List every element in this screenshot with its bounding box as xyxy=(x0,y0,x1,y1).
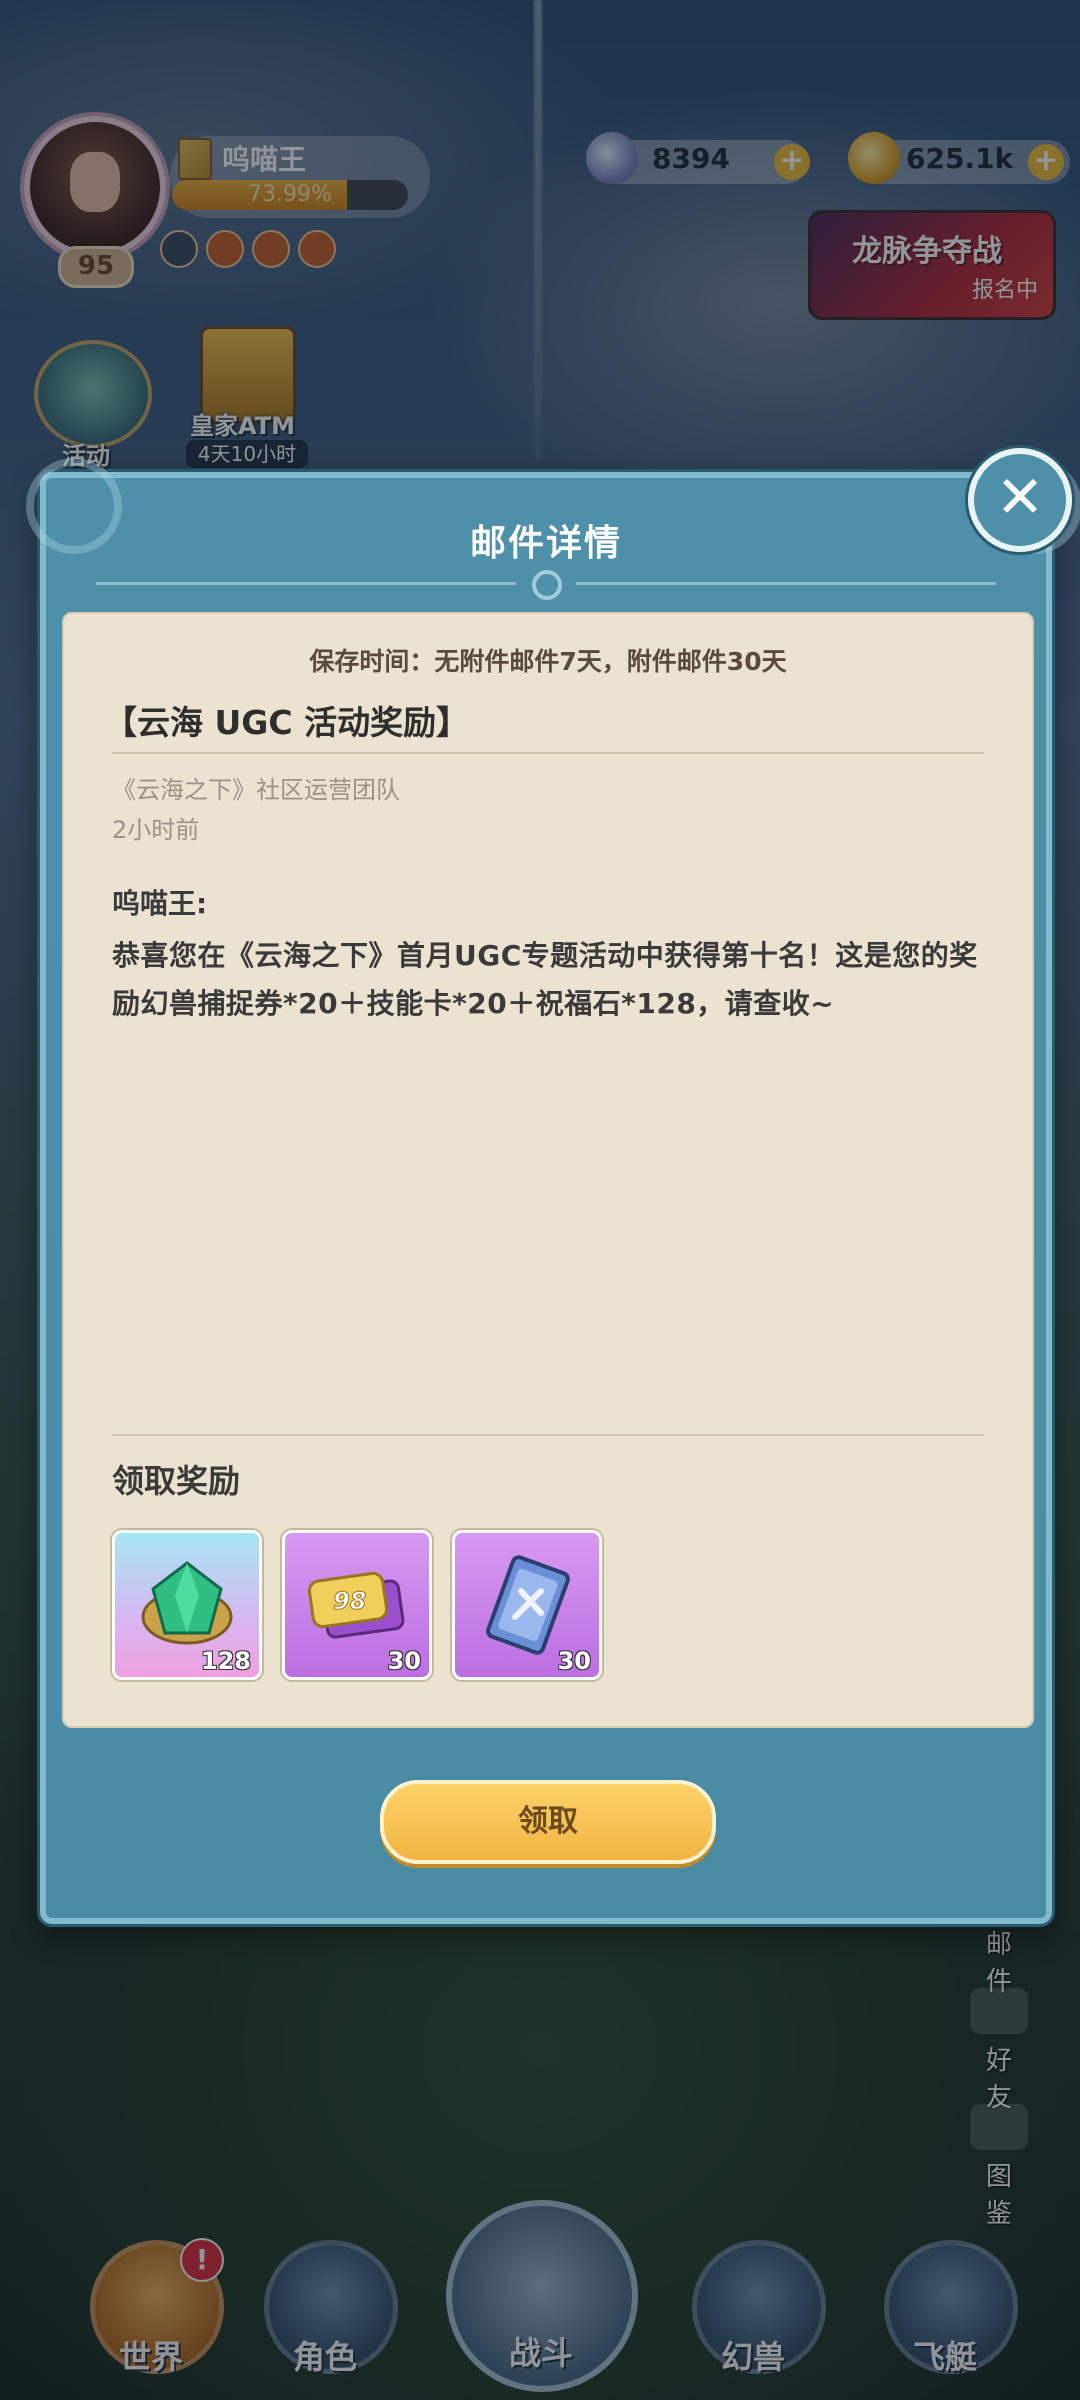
reward-quantity: 30 xyxy=(387,1647,421,1675)
reward-quantity: 30 xyxy=(557,1647,591,1675)
ticket-badge-text: 98 xyxy=(333,1587,366,1615)
reward-item-capture-ticket[interactable]: 98 30 xyxy=(282,1530,432,1680)
reward-quantity: 128 xyxy=(200,1647,251,1675)
reward-section-title: 领取奖励 xyxy=(112,1462,241,1500)
mail-sender: 《云海之下》社区运营团队 xyxy=(112,776,400,804)
reward-item-blessing-stone[interactable]: 128 xyxy=(112,1530,262,1680)
claim-button[interactable]: 领取 xyxy=(380,1780,716,1864)
retention-note: 保存时间：无附件邮件7天，附件邮件30天 xyxy=(309,647,787,676)
mail-subject: 【云海 UGC 活动奖励】 xyxy=(104,703,470,742)
modal-title: 邮件详情 xyxy=(469,523,622,564)
mail-detail-modal: 邮件详情 保存时间：无附件邮件7天，附件邮件30天 【云海 UGC 活动奖励】 … xyxy=(26,458,1080,1924)
title-divider-right xyxy=(576,582,996,585)
mail-content-card: 保存时间：无附件邮件7天，附件邮件30天 【云海 UGC 活动奖励】 《云海之下… xyxy=(62,612,1034,1728)
mail-greeting: 呜喵王: xyxy=(112,887,208,920)
ticket-icon: 98 xyxy=(307,1571,405,1639)
mail-body: 恭喜您在《云海之下》首月UGC专题活动中获得第十名！这是您的奖励幻兽捕捉券*20… xyxy=(112,939,978,1020)
reward-divider xyxy=(112,1434,984,1436)
reward-item-skill-card[interactable]: 30 xyxy=(452,1530,602,1680)
title-divider-left xyxy=(96,582,516,585)
green-gem-icon xyxy=(141,1561,233,1645)
mail-timestamp: 2小时前 xyxy=(112,816,200,844)
subject-divider xyxy=(112,752,984,754)
reward-list: 128 98 30 30 xyxy=(112,1530,602,1680)
close-icon[interactable]: ✕ xyxy=(968,448,1072,552)
gear-icon xyxy=(532,570,562,600)
skill-card-icon xyxy=(486,1555,570,1655)
